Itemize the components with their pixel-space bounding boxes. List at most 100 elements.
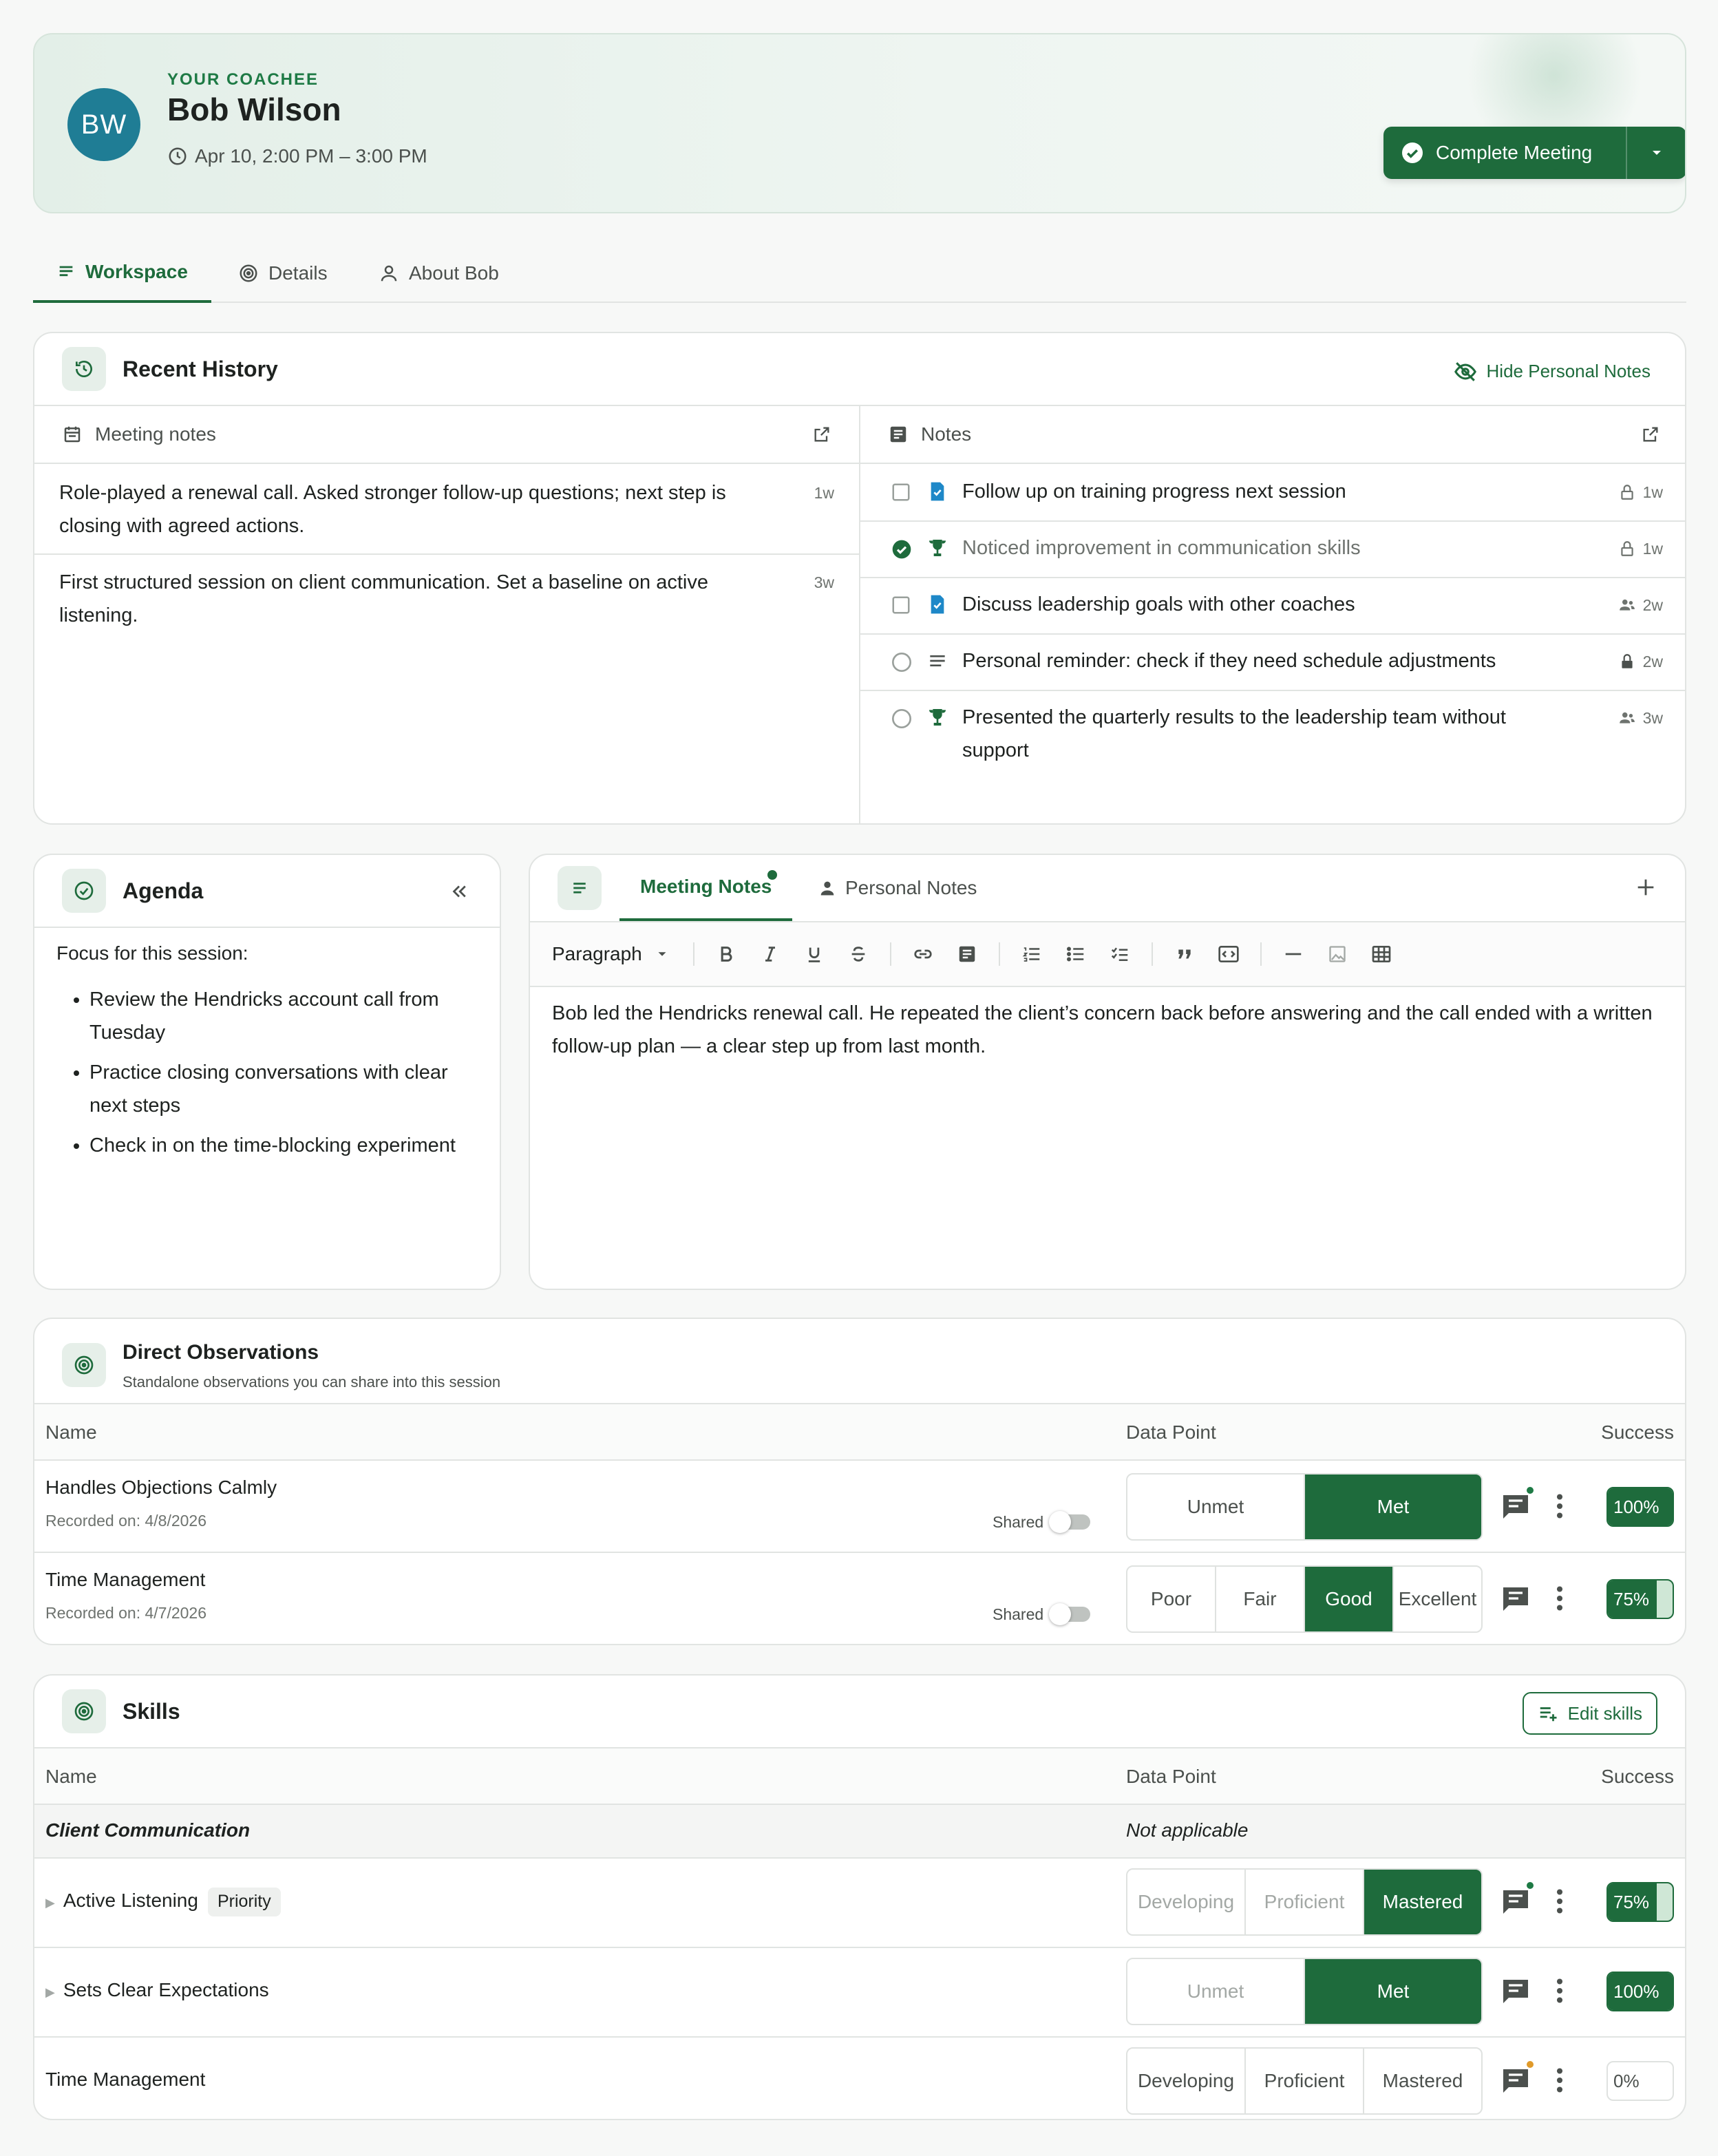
- tab-workspace[interactable]: Workspace: [33, 244, 211, 303]
- radio[interactable]: [891, 708, 911, 728]
- option-mastered[interactable]: Mastered: [1364, 2049, 1481, 2113]
- radio[interactable]: [891, 651, 911, 672]
- editor-body[interactable]: Bob led the Hendricks renewal call. He r…: [552, 997, 1653, 1063]
- tab-details-label: Details: [268, 262, 328, 284]
- more-options-icon[interactable]: [1546, 1974, 1573, 2007]
- edit-skills-button[interactable]: Edit skills: [1522, 1692, 1657, 1735]
- toolbar-separator: [998, 942, 1000, 966]
- toggle-switch[interactable]: [1049, 1511, 1091, 1534]
- note-block-icon[interactable]: [945, 932, 989, 976]
- task-icon: [926, 593, 948, 615]
- lock-filled-icon: [1618, 653, 1636, 670]
- note-item[interactable]: Presented the quarterly results to the l…: [860, 691, 1685, 771]
- comment-badge: [1525, 1881, 1535, 1890]
- shared-toggle[interactable]: Shared: [993, 1510, 1091, 1534]
- option-met[interactable]: Met: [1305, 1959, 1481, 2024]
- underline-icon[interactable]: [792, 932, 836, 976]
- caret-down-icon: [655, 947, 670, 962]
- data-point-selector: Developing Proficient Mastered: [1126, 2047, 1483, 2115]
- toggle-switch[interactable]: [1049, 1603, 1091, 1626]
- add-icon[interactable]: [1634, 876, 1657, 899]
- more-options-icon[interactable]: [1546, 2064, 1573, 2097]
- strikethrough-icon[interactable]: [836, 932, 880, 976]
- option-proficient[interactable]: Proficient: [1246, 1870, 1364, 1934]
- note-item[interactable]: Noticed improvement in communication ski…: [860, 522, 1685, 578]
- option-unmet[interactable]: Unmet: [1127, 1959, 1305, 2024]
- note-age: 2w: [1642, 653, 1663, 670]
- tab-meeting-notes[interactable]: Meeting Notes: [619, 855, 793, 921]
- code-block-icon[interactable]: [1207, 932, 1251, 976]
- complete-meeting-dropdown[interactable]: [1626, 127, 1685, 179]
- more-options-icon[interactable]: [1546, 1582, 1573, 1615]
- option-met[interactable]: Met: [1305, 1475, 1481, 1539]
- comment-icon[interactable]: [1499, 1974, 1532, 2007]
- bold-icon[interactable]: [704, 932, 748, 976]
- success-value: 100%: [1613, 1980, 1659, 2002]
- comment-icon[interactable]: [1499, 1486, 1535, 1523]
- editor-toolbar: Paragraph: [530, 921, 1685, 987]
- option-excellent[interactable]: Excellent: [1394, 1567, 1481, 1631]
- option-good[interactable]: Good: [1305, 1567, 1394, 1631]
- note-item[interactable]: Discuss leadership goals with other coac…: [860, 578, 1685, 635]
- col-success: Success: [1601, 1766, 1674, 1787]
- quote-icon[interactable]: [1163, 932, 1207, 976]
- expand-triangle-icon[interactable]: ▶: [45, 1896, 55, 1910]
- table-row[interactable]: Time Management Developing Proficient Ma…: [34, 2036, 1685, 2119]
- option-poor[interactable]: Poor: [1127, 1567, 1216, 1631]
- table-row[interactable]: ▶ Sets Clear Expectations Unmet Met 100%: [34, 1947, 1685, 2036]
- hide-personal-notes-button[interactable]: Hide Personal Notes: [1454, 358, 1651, 385]
- tab-personal-notes[interactable]: Personal Notes: [818, 855, 977, 921]
- success-badge: 75%: [1606, 1579, 1674, 1619]
- checkbox[interactable]: [891, 595, 911, 615]
- image-icon[interactable]: [1315, 932, 1359, 976]
- history-icon: [62, 347, 106, 391]
- comment-icon[interactable]: [1499, 1582, 1532, 1615]
- tab-about[interactable]: About Bob: [379, 244, 499, 303]
- people-icon: [1618, 596, 1636, 614]
- checkbox[interactable]: [891, 482, 911, 503]
- calendar-icon: [62, 424, 83, 445]
- caret-down-icon: [1648, 145, 1665, 161]
- numbered-list-icon[interactable]: [1010, 932, 1054, 976]
- meeting-note-item[interactable]: Role-played a renewal call. Asked strong…: [34, 465, 859, 555]
- horizontal-rule-icon[interactable]: [1271, 932, 1315, 976]
- tab-details[interactable]: Details: [238, 244, 328, 303]
- target-icon: [238, 263, 259, 284]
- open-external-icon[interactable]: [1641, 425, 1660, 444]
- note-text: Personal reminder: check if they need sc…: [962, 650, 1496, 672]
- table-icon[interactable]: [1359, 932, 1403, 976]
- option-developing[interactable]: Developing: [1127, 2049, 1246, 2113]
- checklist-icon[interactable]: [1098, 932, 1142, 976]
- recent-history-header: Recent History: [62, 347, 278, 391]
- open-external-icon[interactable]: [812, 425, 831, 444]
- agenda-item: Review the Hendricks account call from T…: [89, 983, 489, 1049]
- option-proficient[interactable]: Proficient: [1246, 2049, 1364, 2113]
- option-unmet[interactable]: Unmet: [1127, 1475, 1305, 1539]
- data-point-selector: Poor Fair Good Excellent: [1126, 1565, 1483, 1633]
- note-item[interactable]: Personal reminder: check if they need sc…: [860, 635, 1685, 691]
- option-fair[interactable]: Fair: [1216, 1567, 1305, 1631]
- comment-icon[interactable]: [1499, 1881, 1535, 1918]
- target-icon: [62, 1689, 106, 1733]
- italic-icon[interactable]: [748, 932, 792, 976]
- link-icon[interactable]: [901, 932, 945, 976]
- agenda-item: Check in on the time-blocking experiment: [89, 1129, 489, 1162]
- option-mastered[interactable]: Mastered: [1364, 1870, 1481, 1934]
- more-options-icon[interactable]: [1546, 1490, 1573, 1523]
- table-row[interactable]: ▶ Active Listening Priority Developing Pro…: [34, 1857, 1685, 1947]
- coachee-name: Bob Wilson: [167, 92, 341, 127]
- note-item[interactable]: Follow up on training progress next sess…: [860, 465, 1685, 522]
- complete-meeting-button[interactable]: Complete Meeting: [1383, 127, 1626, 179]
- shared-toggle[interactable]: Shared: [993, 1603, 1091, 1627]
- more-options-icon[interactable]: [1546, 1885, 1573, 1918]
- meeting-time: Apr 10, 2:00 PM – 3:00 PM: [167, 142, 427, 171]
- collapse-icon[interactable]: [449, 881, 469, 902]
- toolbar-separator: [1260, 942, 1262, 966]
- paragraph-style-select[interactable]: Paragraph: [552, 940, 670, 969]
- option-developing[interactable]: Developing: [1127, 1870, 1246, 1934]
- expand-triangle-icon[interactable]: ▶: [45, 1985, 55, 1999]
- comment-icon[interactable]: [1499, 2060, 1535, 2097]
- checked-circle-icon[interactable]: [891, 538, 911, 559]
- meeting-note-item[interactable]: First structured session on client commu…: [34, 555, 859, 644]
- bullet-list-icon[interactable]: [1054, 932, 1098, 976]
